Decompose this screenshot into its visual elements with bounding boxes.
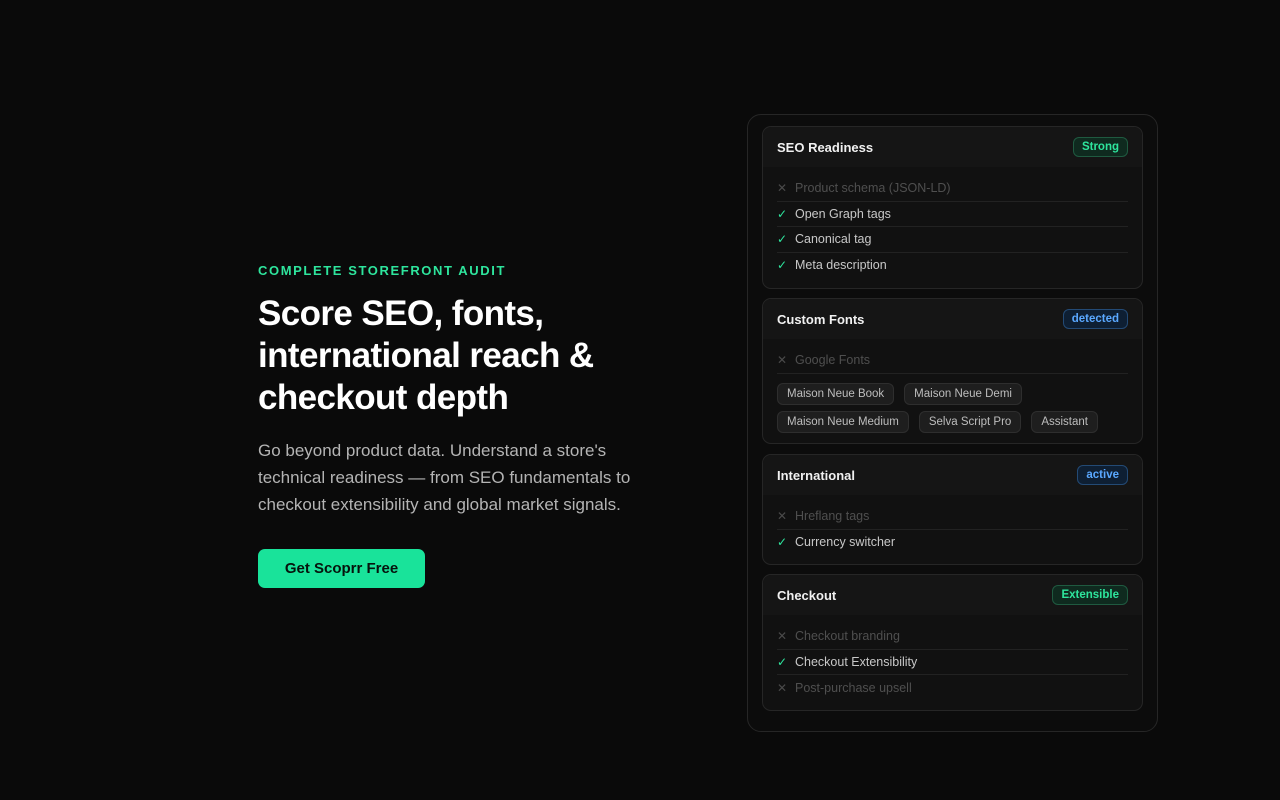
subcopy-line: checkout extensibility and global market…	[258, 495, 621, 514]
font-chip: Maison Neue Book	[777, 382, 895, 405]
card-header: Custom Fonts detected	[763, 299, 1142, 339]
item-label: Open Graph tags	[795, 206, 891, 221]
eyebrow-label: COMPLETE STOREFRONT AUDIT	[258, 263, 506, 278]
card-body: ✕ Google Fonts Maison Neue Book Maison N…	[763, 339, 1142, 441]
item-label: Canonical tag	[795, 232, 872, 247]
card-title: Checkout	[777, 587, 837, 603]
list-item: ✕ Product schema (JSON-LD)	[777, 176, 1128, 202]
item-label: Meta description	[795, 258, 887, 273]
audit-panel: SEO Readiness Strong ✕ Product schema (J…	[747, 114, 1158, 732]
list-item: ✕ Checkout branding	[777, 624, 1128, 650]
list-item: ✕ Hreflang tags	[777, 504, 1128, 530]
status-badge: Extensible	[1052, 585, 1128, 605]
item-label: Checkout branding	[795, 629, 900, 644]
card-header: International active	[763, 455, 1142, 495]
headline-line: international reach &	[258, 336, 594, 375]
list-item: ✓ Open Graph tags	[777, 202, 1128, 227]
list-item: ✕ Google Fonts	[777, 348, 1128, 374]
list-item: ✓ Currency switcher	[777, 530, 1128, 556]
list-item: ✓ Checkout Extensibility	[777, 650, 1128, 675]
check-icon: ✓	[777, 206, 788, 221]
list-item: ✓ Canonical tag	[777, 227, 1128, 253]
custom-fonts-card: Custom Fonts detected ✕ Google Fonts Mai…	[762, 298, 1143, 444]
check-icon: ✓	[777, 258, 788, 273]
cross-icon: ✕	[777, 629, 788, 644]
seo-readiness-card: SEO Readiness Strong ✕ Product schema (J…	[762, 126, 1143, 289]
subcopy: Go beyond product data. Understand a sto…	[258, 437, 658, 518]
item-label: Google Fonts	[795, 353, 871, 368]
card-title: International	[777, 467, 856, 483]
item-label: Hreflang tags	[795, 509, 870, 524]
headline: Score SEO, fonts, international reach & …	[258, 293, 678, 419]
status-badge: detected	[1062, 309, 1128, 329]
page: COMPLETE STOREFRONT AUDIT Score SEO, fon…	[0, 0, 1280, 800]
cross-icon: ✕	[777, 353, 788, 368]
cross-icon: ✕	[777, 181, 788, 196]
hero-section: COMPLETE STOREFRONT AUDIT Score SEO, fon…	[258, 263, 678, 588]
cross-icon: ✕	[777, 680, 788, 695]
international-card: International active ✕ Hreflang tags ✓ C…	[762, 454, 1143, 565]
check-icon: ✓	[777, 535, 788, 550]
card-body: ✕ Hreflang tags ✓ Currency switcher	[763, 495, 1142, 563]
card-title: Custom Fonts	[777, 311, 865, 327]
checkout-card: Checkout Extensible ✕ Checkout branding …	[762, 574, 1143, 711]
font-chip: Assistant	[1031, 410, 1098, 433]
card-header: SEO Readiness Strong	[763, 127, 1142, 167]
card-title: SEO Readiness	[777, 139, 874, 155]
item-label: Currency switcher	[795, 535, 896, 550]
get-scoprr-free-button[interactable]: Get Scoprr Free	[258, 549, 425, 588]
font-chip: Maison Neue Demi	[904, 382, 1022, 405]
check-icon: ✓	[777, 654, 788, 669]
cross-icon: ✕	[777, 509, 788, 524]
status-badge: active	[1077, 465, 1128, 485]
font-chip: Selva Script Pro	[918, 410, 1022, 433]
item-label: Checkout Extensibility	[795, 654, 918, 669]
subcopy-line: technical readiness — from SEO fundament…	[258, 468, 631, 487]
status-badge: Strong	[1072, 137, 1128, 157]
card-body: ✕ Checkout branding ✓ Checkout Extensibi…	[763, 615, 1142, 709]
card-body: ✕ Product schema (JSON-LD) ✓ Open Graph …	[763, 167, 1142, 286]
check-icon: ✓	[777, 232, 788, 247]
list-item: ✕ Post-purchase upsell	[777, 675, 1128, 701]
font-chip-list: Maison Neue Book Maison Neue Demi Maison…	[777, 374, 1127, 433]
item-label: Post-purchase upsell	[795, 680, 912, 695]
card-header: Checkout Extensible	[763, 575, 1142, 615]
headline-line: checkout depth	[258, 378, 509, 417]
headline-line: Score SEO, fonts,	[258, 294, 544, 333]
font-chip: Maison Neue Medium	[777, 410, 909, 433]
item-label: Product schema (JSON-LD)	[795, 181, 951, 196]
subcopy-line: Go beyond product data. Understand a sto…	[258, 441, 607, 460]
list-item: ✓ Meta description	[777, 253, 1128, 279]
